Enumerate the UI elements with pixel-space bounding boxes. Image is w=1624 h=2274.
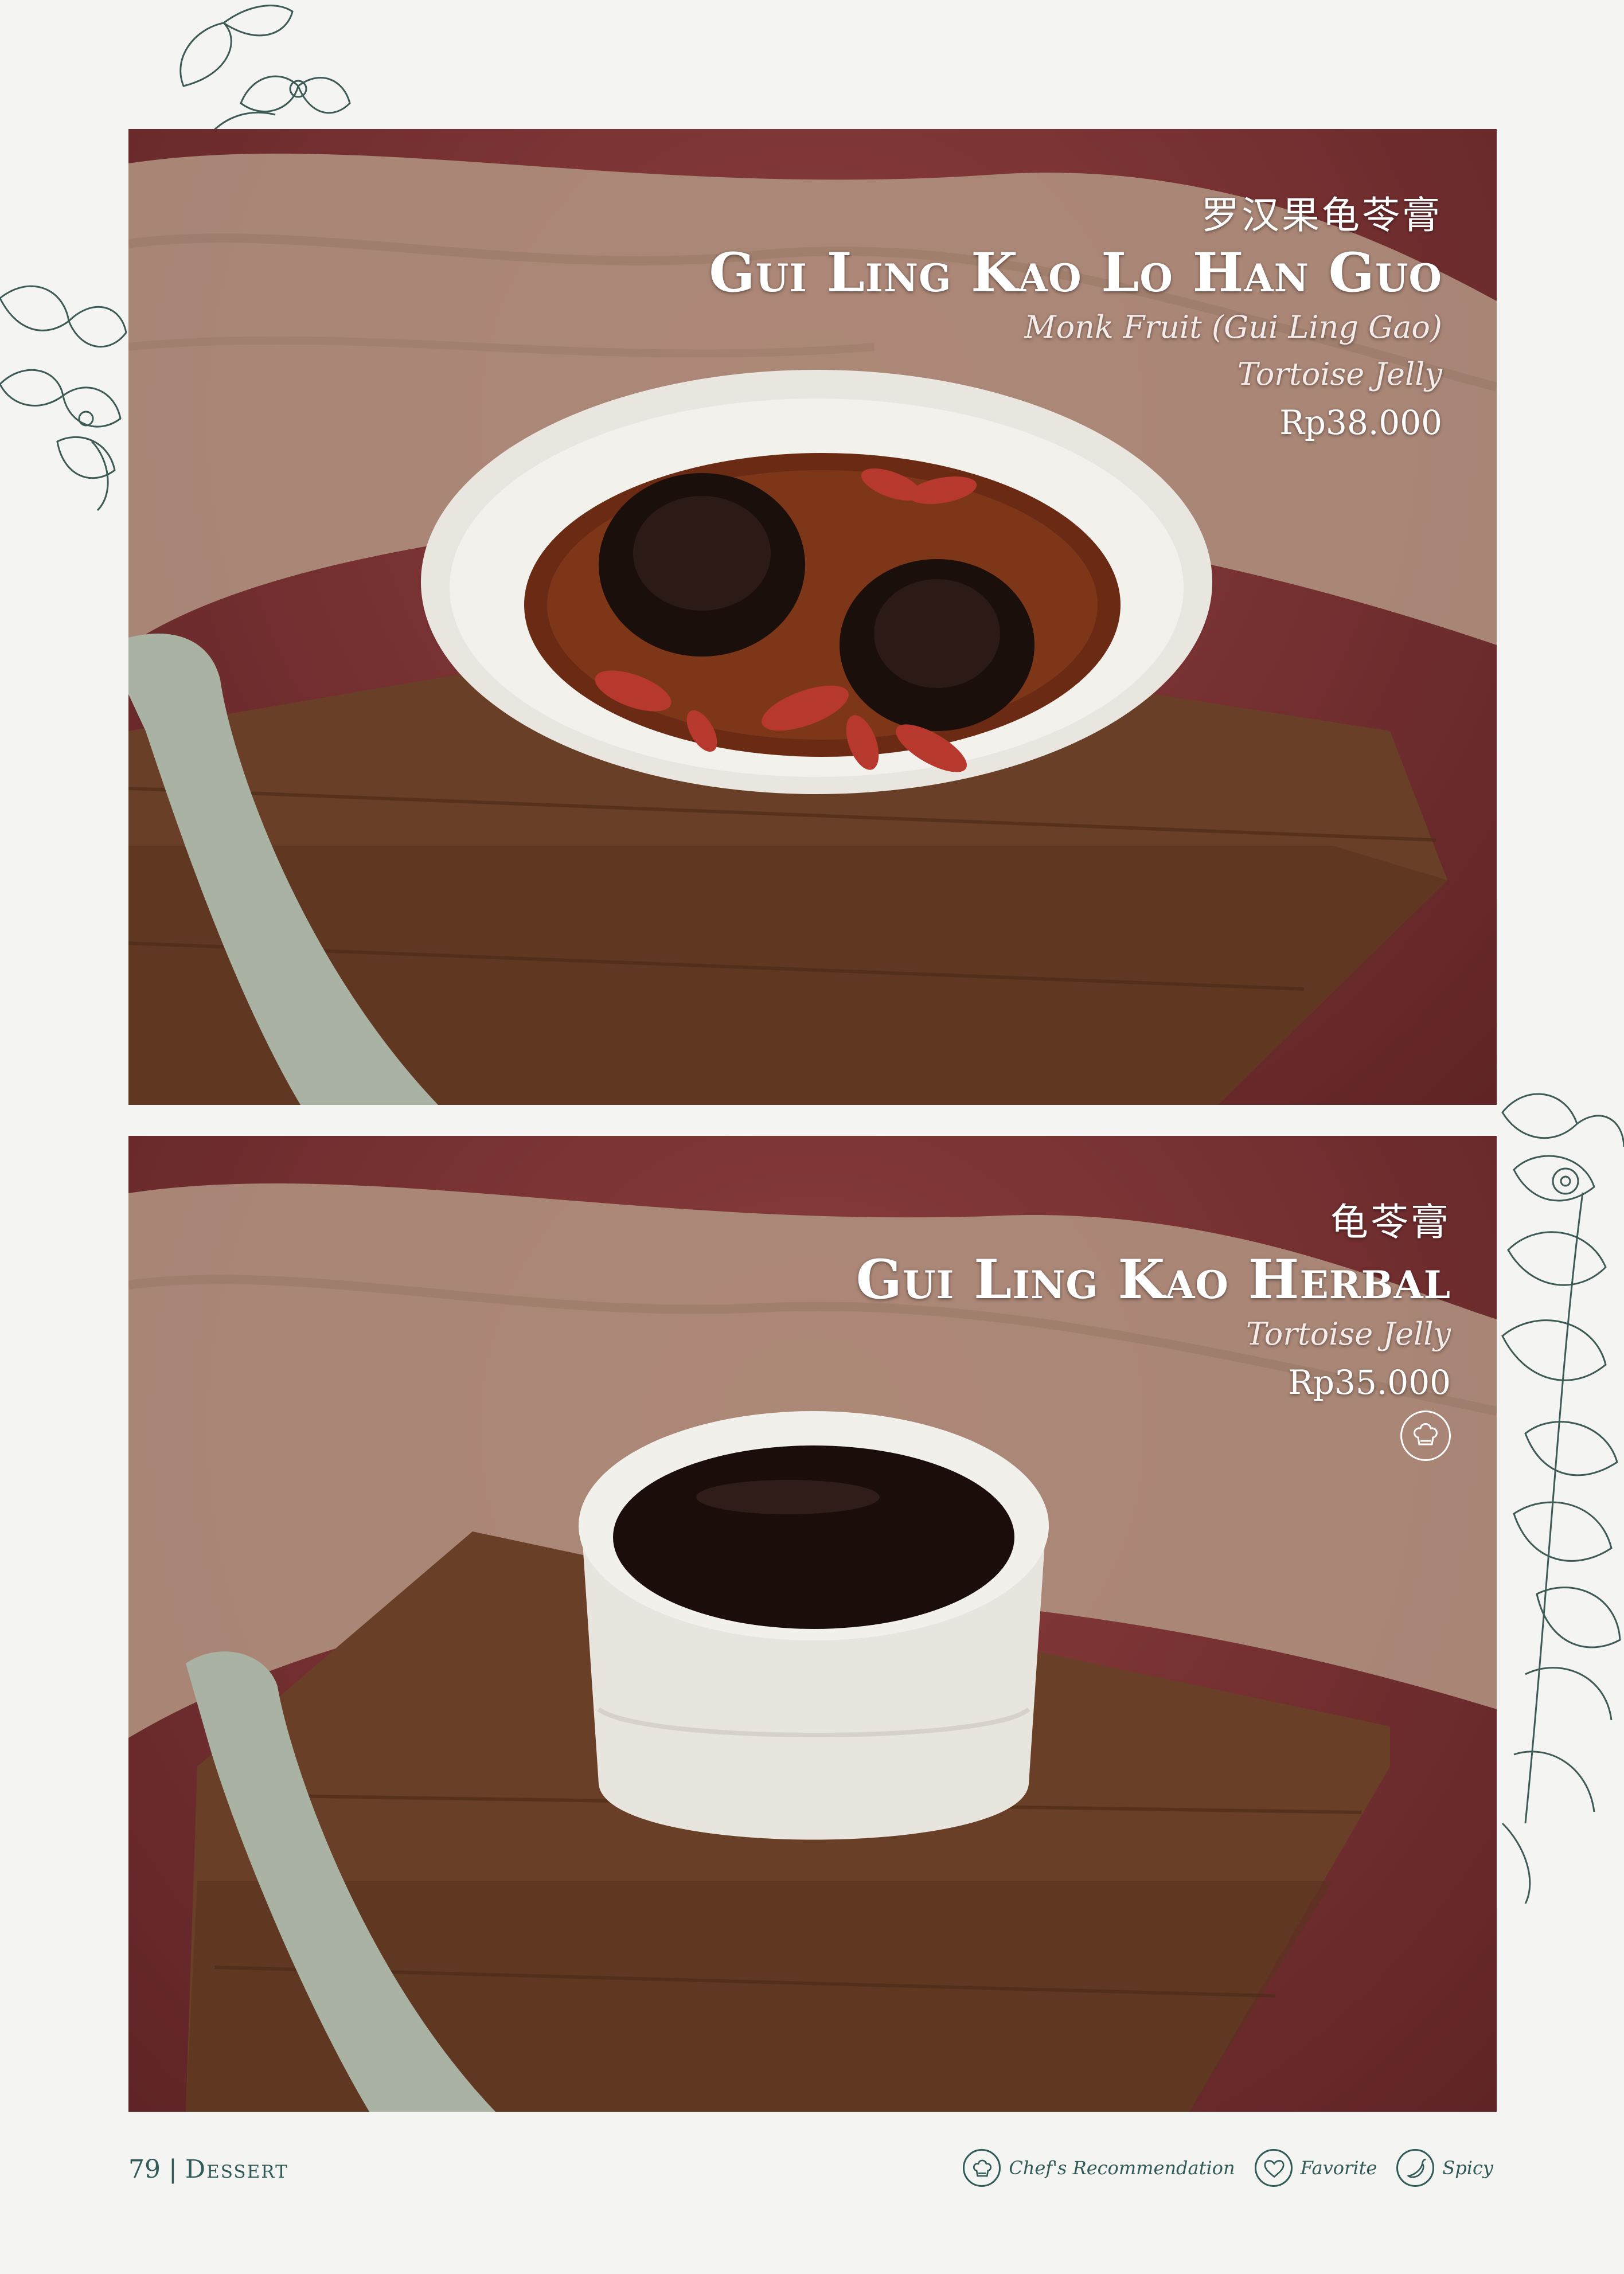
dish-chinese-name: 龟苓膏 <box>1330 1200 1451 1244</box>
floral-decoration-right <box>1501 1093 1624 1904</box>
page-number: 79 <box>128 2155 161 2184</box>
chili-icon <box>1396 2149 1435 2187</box>
dish-price: Rp38.000 <box>1279 403 1442 442</box>
dish-photo-herbal: 龟苓膏 Gui Ling Kao Herbal Tortoise Jelly R… <box>128 1136 1497 2112</box>
floral-decoration-top-left <box>179 5 351 132</box>
dish-photo-lo-han-guo: 罗汉果龟苓膏 Gui Ling Kao Lo Han Guo Monk Frui… <box>128 129 1497 1105</box>
legend-item-favorite: Favorite <box>1254 2149 1377 2187</box>
legend-label: Spicy <box>1442 2157 1493 2179</box>
dish-caption-2: 龟苓膏 Gui Ling Kao Herbal Tortoise Jelly R… <box>856 1196 1451 1463</box>
chef-hat-icon <box>1400 1410 1451 1461</box>
legend-item-chef: Chef's Recommendation <box>963 2149 1235 2187</box>
dish-description-line1: Monk Fruit (Gui Ling Gao) <box>1024 309 1442 345</box>
icon-legend: Chef's Recommendation Favorite Spicy <box>943 2149 1493 2187</box>
section-name: Dessert <box>185 2155 288 2184</box>
dish-description: Tortoise Jelly <box>1246 1316 1451 1352</box>
footer-separator: | <box>169 2155 177 2184</box>
page-footer: 79 | Dessert <box>128 2155 288 2184</box>
legend-label: Chef's Recommendation <box>1009 2157 1235 2179</box>
floral-decoration-left <box>0 285 127 511</box>
heart-icon <box>1254 2149 1293 2187</box>
legend-item-spicy: Spicy <box>1396 2149 1493 2187</box>
dish-chinese-name: 罗汉果龟苓膏 <box>1201 193 1442 237</box>
dish-price: Rp35.000 <box>1288 1363 1451 1402</box>
dish-caption-1: 罗汉果龟苓膏 Gui Ling Kao Lo Han Guo Monk Frui… <box>709 189 1442 447</box>
legend-label: Favorite <box>1300 2157 1377 2179</box>
dish-description-line2: Tortoise Jelly <box>1237 356 1442 392</box>
dish-name: Gui Ling Kao Lo Han Guo <box>709 241 1442 304</box>
dish-name: Gui Ling Kao Herbal <box>856 1248 1451 1311</box>
chef-hat-icon <box>963 2149 1001 2187</box>
